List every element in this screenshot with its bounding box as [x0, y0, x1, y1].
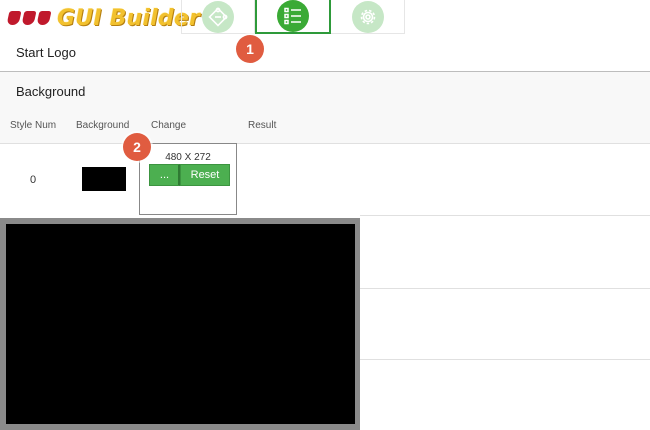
section-start-logo: Start Logo — [16, 45, 76, 60]
background-preview-frame — [0, 218, 360, 430]
app-logo: GUI Builder — [6, 5, 200, 31]
column-header-result: Result — [248, 120, 277, 131]
tab-list[interactable] — [255, 0, 331, 34]
browse-button[interactable]: ... — [149, 164, 180, 186]
background-color-swatch — [82, 167, 126, 191]
column-header-background: Background — [76, 120, 130, 131]
puzzle-icon — [202, 0, 234, 33]
list-icon — [277, 0, 309, 32]
callout-badge-1: 1 — [236, 35, 264, 63]
app-title: GUI Builder — [57, 5, 200, 31]
resolution-label: 480 X 272 — [165, 152, 211, 163]
background-section-band — [0, 72, 650, 144]
tab-settings[interactable] — [331, 0, 405, 34]
column-header-style-num: Style Num — [10, 120, 57, 131]
column-header-change: Change — [151, 120, 187, 131]
change-cell: 480 X 272 ... Reset — [139, 143, 237, 215]
style-num-value: 0 — [30, 174, 37, 186]
background-preview-screen — [6, 224, 355, 424]
table-divider — [360, 215, 650, 216]
table-divider — [360, 359, 650, 360]
logo-mark-icon — [6, 9, 52, 27]
section-background: Background — [16, 84, 86, 99]
reset-button[interactable]: Reset — [180, 164, 230, 186]
callout-badge-2: 2 — [123, 133, 151, 161]
table-divider — [360, 288, 650, 289]
gear-icon — [351, 0, 384, 33]
tab-puzzle[interactable] — [181, 0, 255, 34]
table-divider — [0, 143, 650, 144]
app-header: GUI Builder — [0, 0, 650, 34]
